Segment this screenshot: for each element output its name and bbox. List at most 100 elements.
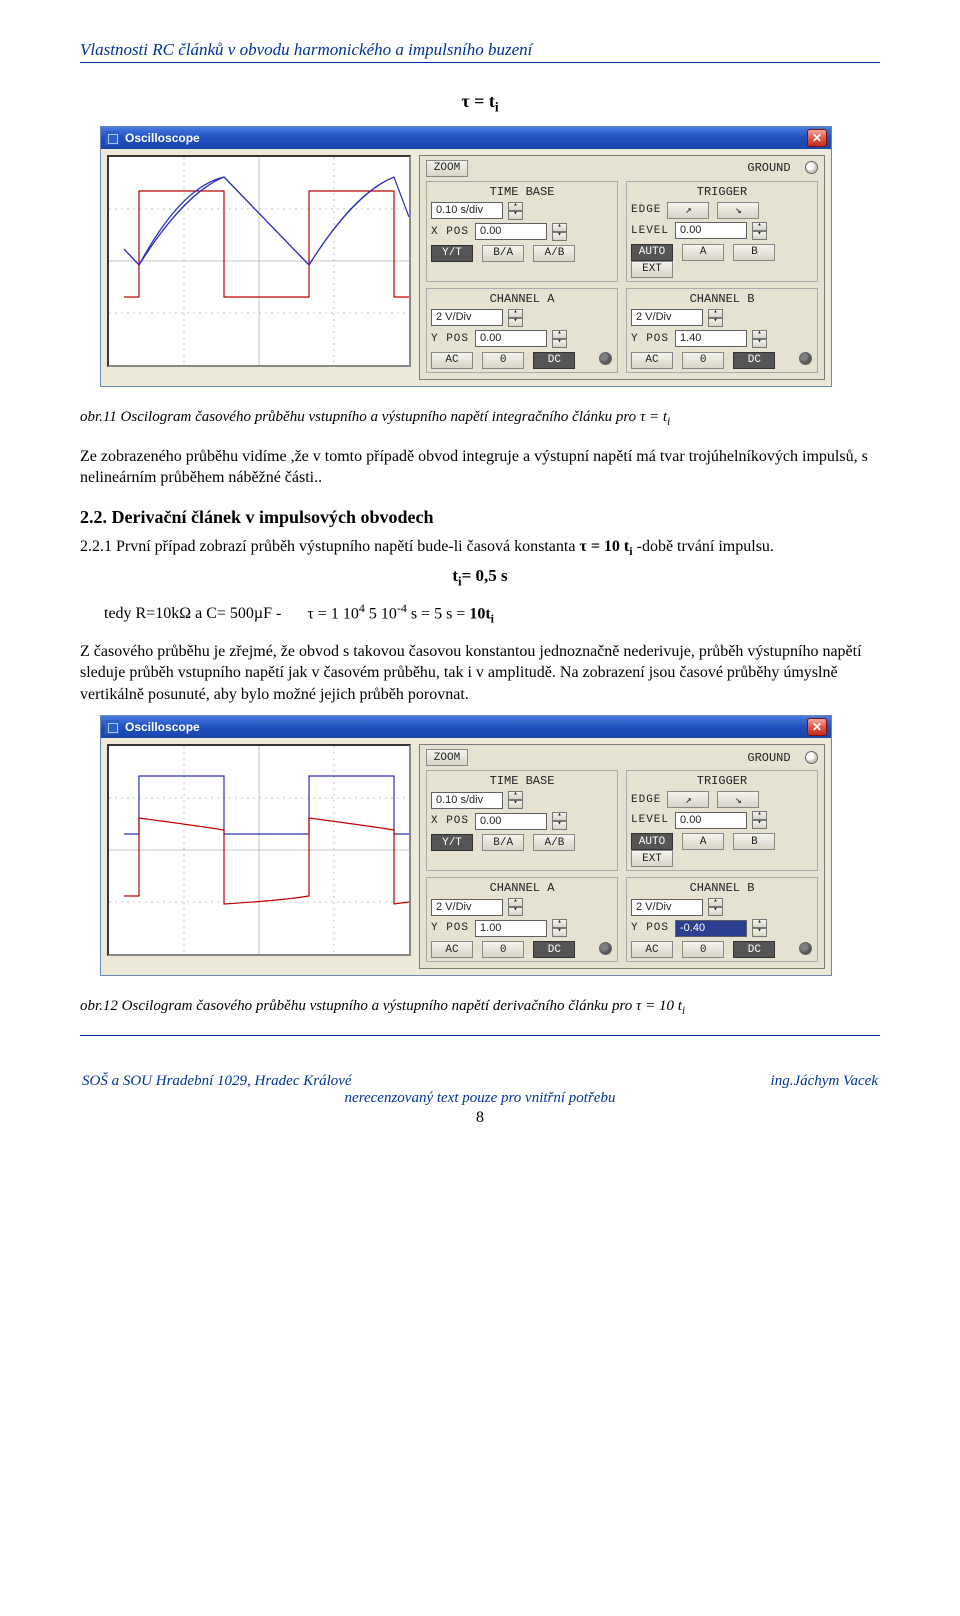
osc1-screen[interactable] [107,155,411,367]
cha-dc-button[interactable]: DC [533,941,575,958]
chb-ypos-spinner[interactable]: ▴▾ [752,330,767,348]
edge-rise-button[interactable]: ↗ [667,791,709,808]
edge-rise-button[interactable]: ↗ [667,202,709,219]
trig-b-button[interactable]: B [733,833,775,850]
yt-button[interactable]: Y/T [431,245,473,262]
edge-fall-button[interactable]: ↘ [717,791,759,808]
oscilloscope-icon [105,131,119,145]
cha-vdiv-spinner[interactable]: ▴▾ [508,898,523,916]
close-icon: ✕ [812,721,822,733]
trigger-title: TRIGGER [631,774,813,788]
timebase-value[interactable]: 0.10 s/div [431,202,503,219]
cha-vdiv[interactable]: 2 V/Div [431,309,503,326]
oscilloscope-window-2: Oscilloscope ✕ [100,715,832,976]
ba-button[interactable]: B/A [482,245,524,262]
ab-button[interactable]: A/B [533,834,575,851]
level-spinner[interactable]: ▴▾ [752,811,767,829]
cha-ypos-label: Y POS [431,333,469,345]
chb-vdiv[interactable]: 2 V/Div [631,899,703,916]
chb-indicator [799,352,812,365]
tau-computation-line: tedy R=10kΩ a C= 500µF - τ = 1 104 5 10-… [104,601,880,627]
xpos-spinner[interactable]: ▴▾ [552,812,567,830]
figure-caption-12: obr.12 Oscilogram časového průběhu vstup… [80,998,880,1017]
cha-ypos-spinner[interactable]: ▴▾ [552,330,567,348]
edge-label: EDGE [631,204,661,216]
cha-ypos-spinner[interactable]: ▴▾ [552,919,567,937]
chb-vdiv-spinner[interactable]: ▴▾ [708,309,723,327]
cha-vdiv[interactable]: 2 V/Div [431,899,503,916]
zoom-button[interactable]: ZOOM [426,160,468,177]
chb-ac-button[interactable]: AC [631,941,673,958]
chb-vdiv[interactable]: 2 V/Div [631,309,703,326]
auto-button[interactable]: AUTO [631,244,673,261]
chb-ypos-value[interactable]: -0.40 [675,920,747,937]
yt-button[interactable]: Y/T [431,834,473,851]
xpos-label: X POS [431,815,469,827]
osc1-title: Oscilloscope [125,131,200,145]
footer-left: SOŠ a SOU Hradební 1029, Hradec Králové [82,1073,352,1090]
chb-title: CHANNEL B [631,881,813,895]
doc-header: Vlastnosti RC článků v obvodu harmonické… [80,40,880,63]
chb-ypos-spinner[interactable]: ▴▾ [752,919,767,937]
trig-ext-button[interactable]: EXT [631,850,673,867]
chb-dc-button[interactable]: DC [733,352,775,369]
auto-button[interactable]: AUTO [631,833,673,850]
cha-dc-button[interactable]: DC [533,352,575,369]
level-spinner[interactable]: ▴▾ [752,222,767,240]
timebase-title: TIME BASE [431,774,613,788]
edge-fall-button[interactable]: ↘ [717,202,759,219]
level-value[interactable]: 0.00 [675,222,747,239]
ab-button[interactable]: A/B [533,245,575,262]
chb-0-button[interactable]: 0 [682,941,724,958]
close-button[interactable]: ✕ [807,129,827,147]
subsection-2-2-1: 2.2.1 První případ zobrazí průběh výstup… [80,536,880,560]
close-button[interactable]: ✕ [807,718,827,736]
cha-indicator [599,942,612,955]
osc2-screen[interactable] [107,744,411,956]
chb-title: CHANNEL B [631,292,813,306]
footer-center: nerecenzovaný text pouze pro vnitřní pot… [80,1090,880,1107]
xpos-label: X POS [431,226,469,238]
cha-ypos-value[interactable]: 1.00 [475,920,547,937]
level-value[interactable]: 0.00 [675,812,747,829]
ba-button[interactable]: B/A [482,834,524,851]
cha-ac-button[interactable]: AC [431,352,473,369]
page-number: 8 [80,1109,880,1127]
cha-vdiv-spinner[interactable]: ▴▾ [508,309,523,327]
oscilloscope-window-1: Oscilloscope ✕ [100,126,832,387]
xpos-value[interactable]: 0.00 [475,223,547,240]
cha-0-button[interactable]: 0 [482,941,524,958]
trig-ext-button[interactable]: EXT [631,261,673,278]
t-i-formula: ti= 0,5 s [80,566,880,589]
cha-ypos-value[interactable]: 0.00 [475,330,547,347]
chb-ac-button[interactable]: AC [631,352,673,369]
cha-0-button[interactable]: 0 [482,352,524,369]
cha-ac-button[interactable]: AC [431,941,473,958]
footer-right: ing.Jáchym Vacek [771,1073,878,1090]
timebase-value[interactable]: 0.10 s/div [431,792,503,809]
chb-ypos-label: Y POS [631,922,669,934]
trig-a-button[interactable]: A [682,833,724,850]
chb-vdiv-spinner[interactable]: ▴▾ [708,898,723,916]
zoom-button[interactable]: ZOOM [426,749,468,766]
paragraph-1: Ze zobrazeného průběhu vidíme ,že v tomt… [80,446,880,489]
edge-label: EDGE [631,794,661,806]
chb-indicator [799,942,812,955]
oscilloscope-icon [105,720,119,734]
chb-dc-button[interactable]: DC [733,941,775,958]
xpos-spinner[interactable]: ▴▾ [552,223,567,241]
ground-radio[interactable] [805,751,818,764]
chb-0-button[interactable]: 0 [682,352,724,369]
xpos-value[interactable]: 0.00 [475,813,547,830]
chb-ypos-value[interactable]: 1.40 [675,330,747,347]
trig-a-button[interactable]: A [682,244,724,261]
ground-radio[interactable] [805,161,818,174]
timebase-spinner[interactable]: ▴▾ [508,202,523,220]
page-footer: SOŠ a SOU Hradební 1029, Hradec Králové … [80,1035,880,1127]
chb-ypos-label: Y POS [631,333,669,345]
timebase-title: TIME BASE [431,185,613,199]
section-2-2: 2.2. Derivační článek v impulsových obvo… [80,507,880,528]
timebase-spinner[interactable]: ▴▾ [508,791,523,809]
equation-tau-t-i: τ = ti [80,91,880,116]
trig-b-button[interactable]: B [733,244,775,261]
